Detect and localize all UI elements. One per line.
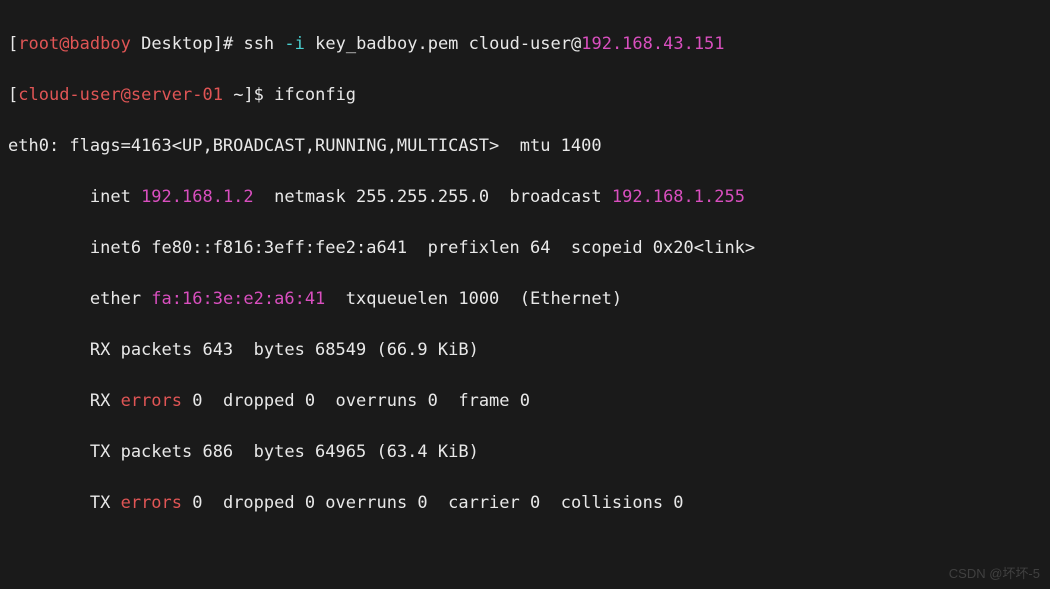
bracket-close: ]$: [243, 85, 274, 105]
cmd-text: ssh: [243, 34, 284, 54]
bracket-close: ]#: [213, 34, 244, 54]
watermark: CSDN @坏坏-5: [949, 564, 1040, 584]
eth0-ether: ether fa:16:3e:e2:a6:41 txqueuelen 1000 …: [8, 287, 1042, 313]
text: netmask 255.255.255.0 broadcast: [254, 187, 612, 207]
eth0-tx-errors: TX errors 0 dropped 0 overruns 0 carrier…: [8, 491, 1042, 517]
text: 0 dropped 0 overruns 0 carrier 0 collisi…: [182, 493, 684, 513]
label: TX: [8, 493, 121, 513]
label: inet: [8, 187, 141, 207]
cmd-text: ifconfig: [274, 85, 356, 105]
label: ether: [8, 289, 151, 309]
blank-line: [8, 542, 1042, 568]
line-ssh: [root@badboy Desktop]# ssh -i key_badboy…: [8, 32, 1042, 58]
bracket: [: [8, 34, 18, 54]
text: txqueuelen 1000 (Ethernet): [325, 289, 622, 309]
prompt-dir: Desktop: [131, 34, 213, 54]
eth0-rx-packets: RX packets 643 bytes 68549 (66.9 KiB): [8, 338, 1042, 364]
eth0-header: eth0: flags=4163<UP,BROADCAST,RUNNING,MU…: [8, 134, 1042, 160]
eth0-inet: inet 192.168.1.2 netmask 255.255.255.0 b…: [8, 185, 1042, 211]
eth0-rx-errors: RX errors 0 dropped 0 overruns 0 frame 0: [8, 389, 1042, 415]
text: 0 dropped 0 overruns 0 frame 0: [182, 391, 530, 411]
terminal-output[interactable]: [root@badboy Desktop]# ssh -i key_badboy…: [0, 0, 1050, 589]
bracket: [: [8, 85, 18, 105]
mac-address: fa:16:3e:e2:a6:41: [151, 289, 325, 309]
eth0-inet6: inet6 fe80::f816:3eff:fee2:a641 prefixle…: [8, 236, 1042, 262]
prompt-dir: ~: [223, 85, 243, 105]
errors-label: errors: [121, 391, 182, 411]
prompt-user: root@badboy: [18, 34, 131, 54]
ip-address: 192.168.1.255: [612, 187, 745, 207]
flag: -i: [284, 34, 304, 54]
line-ifconfig: [cloud-user@server-01 ~]$ ifconfig: [8, 83, 1042, 109]
label: RX: [8, 391, 121, 411]
cmd-text: key_badboy.pem cloud-user@: [305, 34, 581, 54]
eth0-tx-packets: TX packets 686 bytes 64965 (63.4 KiB): [8, 440, 1042, 466]
prompt-user: cloud-user@server-01: [18, 85, 223, 105]
ip-address: 192.168.1.2: [141, 187, 254, 207]
ip-address: 192.168.43.151: [581, 34, 724, 54]
errors-label: errors: [121, 493, 182, 513]
